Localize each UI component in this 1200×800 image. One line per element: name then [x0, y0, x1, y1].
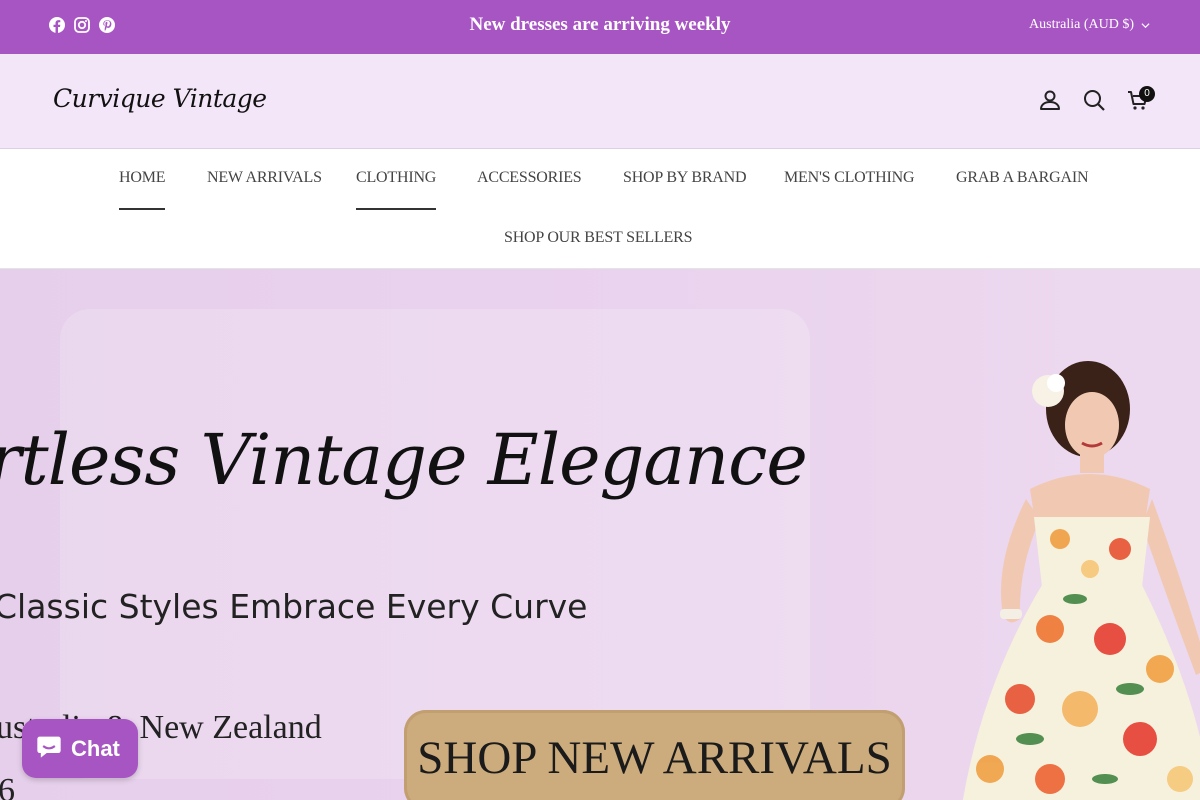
nav-item-grab-a-bargain[interactable]: GRAB A BARGAIN	[956, 169, 1089, 187]
nav-item-home[interactable]: HOME	[119, 169, 166, 210]
chat-button[interactable]: Chat	[22, 719, 138, 778]
chat-label: Chat	[71, 735, 120, 761]
hero-banner[interactable]: rtless Vintage Elegance Classic Styles E…	[0, 269, 1200, 800]
main-nav: HOME NEW ARRIVALS CLOTHING ACCESSORIES S…	[0, 149, 1200, 269]
nav-item-clothing[interactable]: CLOTHING	[356, 169, 436, 210]
nav-item-shop-by-brand[interactable]: SHOP BY BRAND	[623, 169, 747, 187]
hero-title: rtless Vintage Elegance	[0, 419, 808, 501]
nav-item-new-arrivals[interactable]: NEW ARRIVALS	[207, 169, 322, 187]
chevron-down-icon	[1141, 22, 1150, 28]
announcement-text: New dresses are arriving weekly	[469, 14, 731, 35]
nav-item-accessories[interactable]: ACCESSORIES	[477, 169, 582, 187]
logo[interactable]: Curvique Vintage	[53, 84, 267, 113]
cart-count-badge: 0	[1139, 86, 1155, 102]
account-icon[interactable]	[1038, 88, 1062, 112]
site-header: Curvique Vintage 0	[0, 54, 1200, 149]
hero-subtitle: Classic Styles Embrace Every Curve	[0, 587, 588, 626]
chat-bubble-icon	[35, 732, 63, 765]
announcement-bar: New dresses are arriving weekly Australi…	[0, 0, 1200, 54]
model-image	[962, 361, 1200, 800]
shop-new-arrivals-button[interactable]: SHOP NEW ARRIVALS	[404, 710, 905, 800]
country-label: Australia (AUD $)	[1029, 17, 1134, 32]
search-icon[interactable]	[1082, 88, 1106, 112]
hero-year: 6	[0, 772, 15, 800]
country-selector[interactable]: Australia (AUD $)	[1029, 17, 1150, 33]
nav-item-best-sellers[interactable]: SHOP OUR BEST SELLERS	[504, 229, 692, 247]
nav-item-mens-clothing[interactable]: MEN'S CLOTHING	[784, 169, 915, 187]
